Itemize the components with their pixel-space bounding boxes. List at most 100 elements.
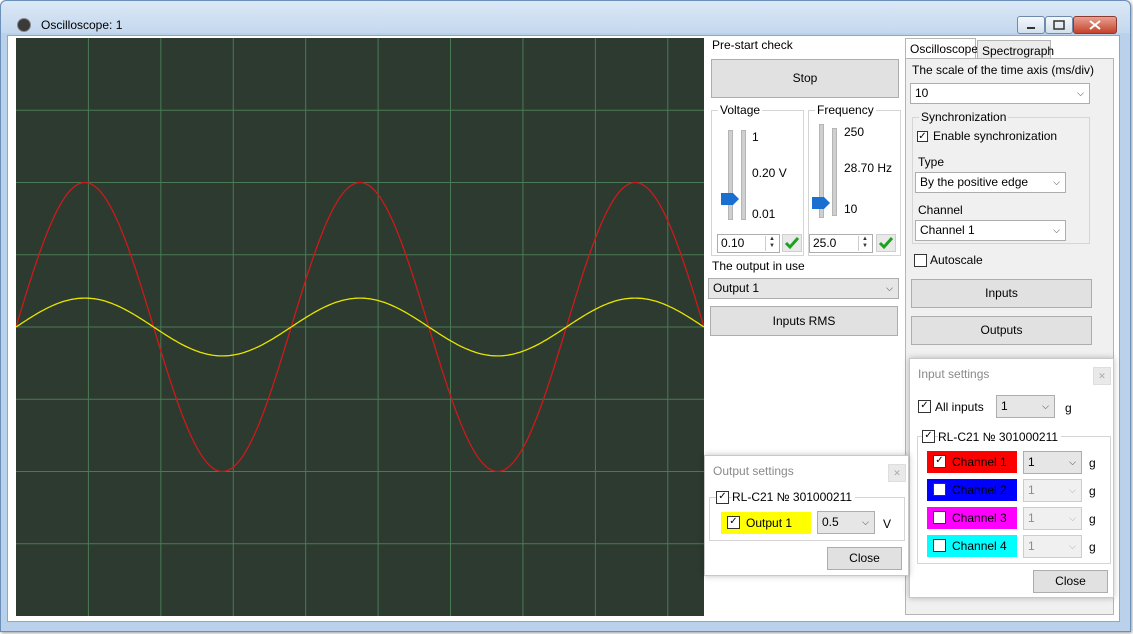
channel-4-value: 1 [1028,539,1035,553]
app-icon [17,18,31,32]
channel-1-value: 1 [1028,455,1035,469]
channel-4-unit: g [1089,540,1096,554]
voltage-input[interactable]: 0.10 ▲ ▼ [717,234,780,253]
frequency-min: 10 [844,202,858,216]
all-inputs-label: All inputs [935,400,984,414]
type-select[interactable]: By the positive edge ⌵ [915,172,1066,193]
device-checkbox[interactable]: ✓ [922,430,935,443]
channel-2-row[interactable]: Channel 2 [927,479,1017,501]
channel-1-checkbox[interactable]: ✓ [933,455,946,468]
chevron-down-icon: ⌵ [862,517,869,527]
frequency-label: Frequency [815,103,876,117]
close-icon[interactable]: ✕ [888,464,906,482]
close-icon[interactable]: ✕ [1093,367,1111,385]
output-settings-close-button[interactable]: Close [827,547,902,570]
output-amplitude-select[interactable]: 0.5 ⌵ [817,511,875,534]
inputs-rms-button[interactable]: Inputs RMS [710,306,898,336]
chevron-down-icon: ⌵ [1069,513,1076,523]
channel-label: Channel [918,203,963,217]
output-in-use-label: The output in use [712,259,805,273]
checkmark-icon [784,237,800,250]
frequency-input[interactable]: 25.0 ▲ ▼ [809,234,873,253]
chevron-down-icon: ⌵ [1069,485,1076,495]
sync-group-label: Synchronization [919,110,1009,124]
output-settings-title: Output settings [713,464,794,478]
all-inputs-checkbox[interactable]: ✓ [918,400,931,413]
maximize-button[interactable] [1045,16,1073,34]
close-window-button[interactable] [1073,16,1117,34]
minimize-button[interactable] [1017,16,1045,34]
channel-4-label: Channel 4 [952,539,1007,553]
frequency-spinner[interactable]: ▲ ▼ [858,236,871,251]
channel-2-checkbox[interactable] [933,483,946,496]
frequency-value: 25.0 [813,236,837,250]
output-device-label: RL-C21 № 301000211 [732,490,856,504]
voltage-value: 0.10 [721,236,745,250]
channel-3-select[interactable]: 1 ⌵ [1023,507,1082,530]
all-inputs-select[interactable]: 1 ⌵ [996,395,1055,418]
tab-spectrograph[interactable]: Spectrograph [977,40,1054,59]
stop-button[interactable]: Stop [711,59,899,98]
checkmark-icon [878,237,894,250]
voltage-slider-thumb[interactable] [721,193,741,205]
channel-4-select[interactable]: 1 ⌵ [1023,535,1082,558]
close-icon [1089,20,1101,30]
output-unit: V [883,517,892,531]
channel-1-label: Channel 1 [952,455,1007,469]
chevron-down-icon: ⌵ [886,283,893,293]
channel-4-checkbox[interactable] [933,539,946,552]
window-title: Oscilloscope: 1 [41,18,123,32]
voltage-current: 0.20 V [752,166,787,180]
output-select[interactable]: Output 1 ⌵ [708,278,899,299]
title-bar[interactable]: Oscilloscope: 1 [1,1,1130,34]
voltage-spinner[interactable]: ▲ ▼ [765,236,778,251]
voltage-apply-button[interactable] [782,234,802,252]
channel-1-unit: g [1089,456,1096,470]
time-axis-label: The scale of the time axis (ms/div) [912,63,1095,77]
channel-3-value: 1 [1028,511,1035,525]
input-settings-title: Input settings [918,367,990,381]
enable-sync-checkbox[interactable]: ✓ [917,131,928,142]
output-1-checkbox[interactable]: ✓ [727,516,740,529]
channel-1-row[interactable]: ✓ Channel 1 [927,451,1017,473]
all-inputs-unit: g [1065,401,1072,415]
channel-2-unit: g [1089,484,1096,498]
tab-oscilloscope[interactable]: Oscilloscope [905,38,978,59]
device-label: RL-C21 № 301000211 [938,430,1062,444]
channel-3-row[interactable]: Channel 3 [927,507,1017,529]
chevron-down-icon: ⌵ [1042,401,1049,411]
channel-2-select[interactable]: 1 ⌵ [1023,479,1082,502]
channel-3-unit: g [1089,512,1096,526]
frequency-current: 28.70 Hz [844,161,893,175]
time-axis-select[interactable]: 10 ⌵ [910,83,1090,104]
channel-select[interactable]: Channel 1 ⌵ [915,220,1066,241]
output-settings-panel: Output settings ✕ ✓ RL-C21 № 301000211 ✓… [704,455,909,576]
prestart-label: Pre-start check [712,38,793,52]
outputs-button[interactable]: Outputs [911,316,1092,345]
enable-sync-label: Enable synchronization [933,129,1058,143]
output-amplitude-value: 0.5 [822,515,839,529]
autoscale-checkbox[interactable] [914,254,927,267]
type-label: Type [918,155,945,169]
chevron-down-icon: ⌵ [1069,457,1076,467]
output-1-row[interactable]: ✓ Output 1 [721,512,811,534]
inputs-button[interactable]: Inputs [911,279,1092,308]
channel-2-value: 1 [1028,483,1035,497]
input-settings-close-button[interactable]: Close [1033,570,1108,593]
voltage-slider-track[interactable] [728,130,733,220]
channel-2-label: Channel 2 [952,483,1007,497]
channel-1-select[interactable]: 1 ⌵ [1023,451,1082,474]
oscilloscope-plot [15,38,705,616]
channel-4-row[interactable]: Channel 4 [927,535,1017,557]
type-value: By the positive edge [920,175,1029,189]
frequency-apply-button[interactable] [876,234,896,252]
time-axis-value: 10 [915,86,929,100]
channel-3-checkbox[interactable] [933,511,946,524]
frequency-slider-thumb[interactable] [812,197,832,209]
output-1-label: Output 1 [746,516,793,530]
output-device-checkbox[interactable]: ✓ [716,491,729,504]
chevron-down-icon: ⌵ [1053,177,1060,187]
channel-3-label: Channel 3 [952,511,1007,525]
voltage-min: 0.01 [752,207,776,221]
chevron-down-icon: ⌵ [1077,88,1084,98]
